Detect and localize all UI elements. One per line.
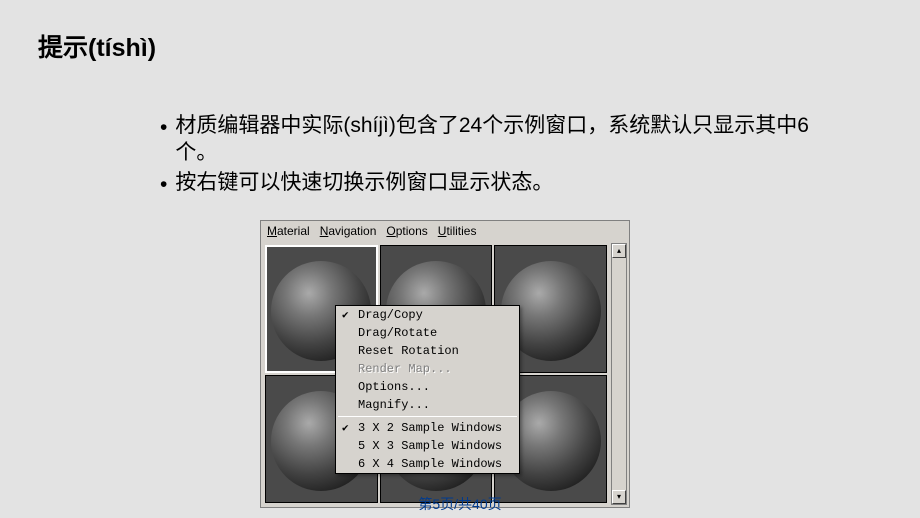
slide-title: 提示(tíshì) (38, 28, 156, 64)
page-footer: 第5页/共40页 (0, 494, 920, 514)
menu-item-options[interactable]: Options... (336, 378, 519, 396)
bullet-text: 材质编辑器中实际(shíjì)包含了24个示例窗口，系统默认只显示其中6个。 (175, 112, 840, 167)
menu-material[interactable]: Material (267, 224, 310, 238)
scroll-up-button[interactable]: ▴ (612, 244, 626, 258)
menu-item-5x3[interactable]: 5 X 3 Sample Windows (336, 437, 519, 455)
context-menu: ✔ Drag/Copy Drag/Rotate Reset Rotation R… (335, 305, 520, 474)
bullet-item: • 按右键可以快速切换示例窗口显示状态。 (160, 169, 840, 198)
bullet-list: • 材质编辑器中实际(shíjì)包含了24个示例窗口，系统默认只显示其中6个。… (160, 112, 840, 200)
check-icon: ✔ (342, 308, 349, 322)
menu-item-magnify[interactable]: Magnify... (336, 396, 519, 414)
menu-item-render-map: Render Map... (336, 360, 519, 378)
menu-item-6x4[interactable]: 6 X 4 Sample Windows (336, 455, 519, 473)
menu-utilities[interactable]: Utilities (438, 224, 477, 238)
menu-separator (338, 416, 517, 417)
menu-item-label: Reset Rotation (358, 344, 459, 358)
menu-item-label: Render Map... (358, 362, 452, 376)
bullet-text: 按右键可以快速切换示例窗口显示状态。 (175, 169, 553, 196)
bullet-dot-icon: • (160, 171, 167, 198)
menu-item-label: Options... (358, 380, 430, 394)
vertical-scrollbar[interactable]: ▴ ▾ (611, 243, 627, 505)
menu-item-drag-copy[interactable]: ✔ Drag/Copy (336, 306, 519, 324)
menu-item-3x2[interactable]: ✔ 3 X 2 Sample Windows (336, 419, 519, 437)
menu-item-label: Magnify... (358, 398, 430, 412)
menu-item-label: 6 X 4 Sample Windows (358, 457, 502, 471)
menu-item-label: Drag/Rotate (358, 326, 437, 340)
menu-item-drag-rotate[interactable]: Drag/Rotate (336, 324, 519, 342)
bullet-dot-icon: • (160, 114, 167, 141)
menu-item-label: Drag/Copy (358, 308, 423, 322)
menu-item-label: 5 X 3 Sample Windows (358, 439, 502, 453)
check-icon: ✔ (342, 421, 349, 435)
menu-item-label: 3 X 2 Sample Windows (358, 421, 502, 435)
menu-item-reset-rotation[interactable]: Reset Rotation (336, 342, 519, 360)
menubar: Material Navigation Options Utilities (261, 221, 629, 241)
menu-navigation[interactable]: Navigation (320, 224, 377, 238)
bullet-item: • 材质编辑器中实际(shíjì)包含了24个示例窗口，系统默认只显示其中6个。 (160, 112, 840, 167)
menu-options[interactable]: Options (386, 224, 427, 238)
